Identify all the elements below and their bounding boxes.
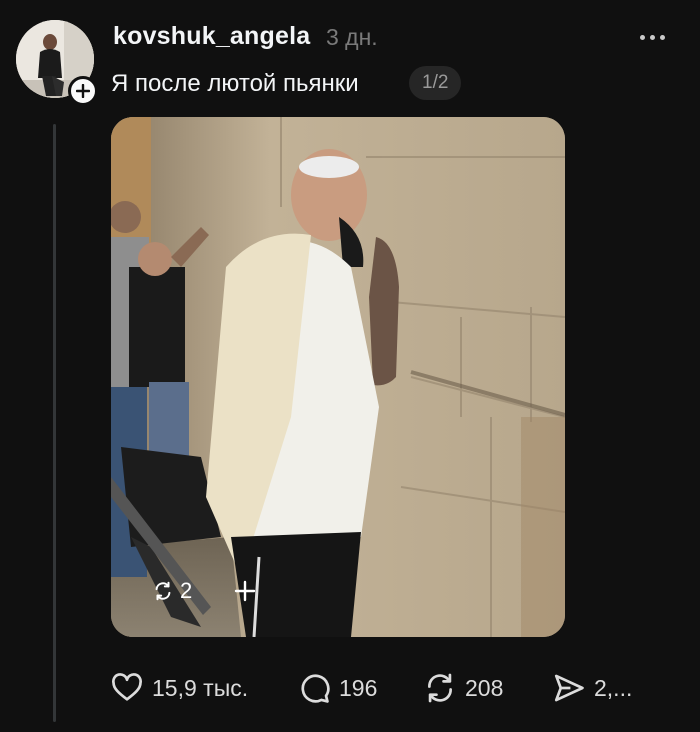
heart-icon [112,673,142,701]
media-repost-indicator[interactable]: 2 [152,578,192,604]
like-button[interactable]: 15,9 тыс. [110,668,248,708]
post-timestamp: 3 дн. [326,24,378,50]
comment-bubble-icon [301,674,330,703]
media-counter-badge: 1/2 [409,66,462,100]
repost-arrows-icon [428,673,452,703]
repost-count: 208 [465,674,504,701]
like-count: 15,9 тыс. [152,674,249,701]
more-horizontal-icon [640,34,645,40]
plus-icon [234,580,256,602]
comment-count: 196 [339,674,378,701]
more-options-button[interactable] [640,30,670,44]
share-count: 2,... [594,674,633,701]
username[interactable]: kovshuk_angela [113,22,310,51]
repost-button[interactable]: 208 [423,668,503,708]
thread-line [53,124,56,722]
comment-button[interactable]: 196 [297,668,377,708]
follow-button[interactable] [68,76,98,106]
send-icon [554,674,584,702]
media-add-button[interactable] [234,580,256,602]
post-actions-bar: 15,9 тыс. 196 208 2,... [110,668,650,708]
post-caption: Я после лютой пьянки [111,70,359,97]
media-repost-count: 2 [180,578,193,603]
share-button[interactable]: 2,... [552,668,632,708]
post-photo[interactable] [111,117,565,637]
repost-arrows-icon [155,581,171,601]
plus-icon [76,84,90,98]
